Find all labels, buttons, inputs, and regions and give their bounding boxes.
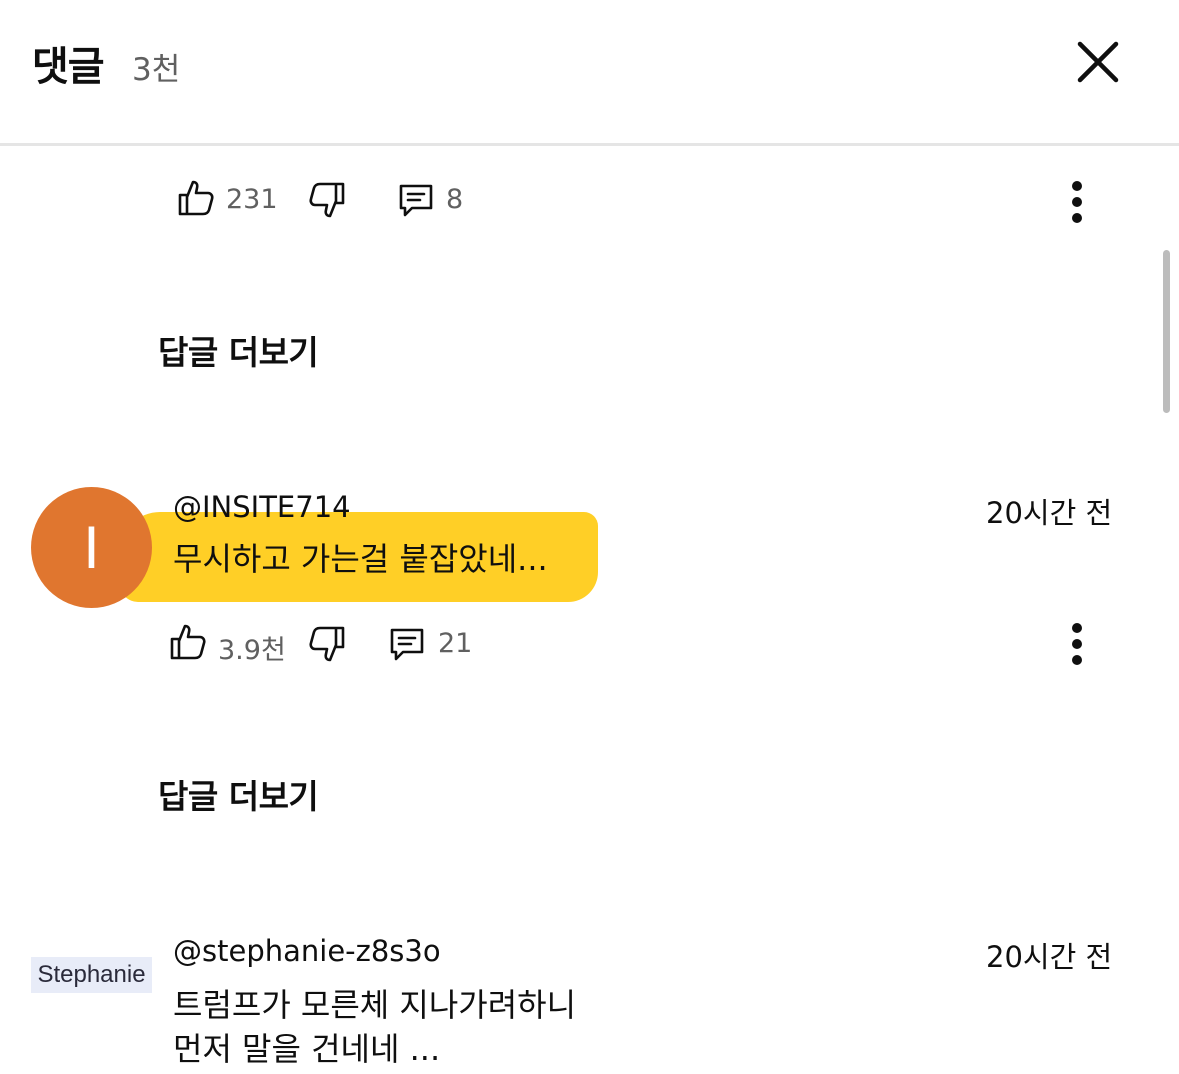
thumbs-down-icon[interactable]: [307, 624, 347, 664]
comments-header: 댓글 3천: [0, 0, 1179, 146]
view-replies-button[interactable]: 답글 더보기: [158, 326, 319, 374]
avatar[interactable]: Stephanie: [31, 957, 152, 993]
reply-icon[interactable]: [396, 180, 436, 220]
like-count: 231: [226, 184, 278, 215]
comment-author[interactable]: @stephanie-z8s3o: [173, 934, 441, 968]
comment-text-line-2: 먼저 말을 건네네 ...: [173, 1030, 441, 1068]
close-icon: [1077, 41, 1119, 83]
comment-text: 무시하고 가는걸 붙잡았네...: [173, 540, 548, 578]
close-button[interactable]: [1074, 38, 1122, 86]
reply-count: 21: [438, 628, 473, 659]
comment-actions: 3.9천 21: [0, 622, 1179, 672]
comment-text-line-1: 트럼프가 모른체 지나가려하니: [173, 986, 577, 1024]
comment-time: 20시간 전: [986, 940, 1113, 974]
thumbs-up-icon[interactable]: [176, 178, 216, 218]
comment-count: 3천: [132, 52, 181, 88]
more-vert-icon[interactable]: [1065, 180, 1089, 228]
comment-actions: 231 8: [0, 178, 1179, 228]
reply-count: 8: [446, 184, 464, 215]
thumbs-down-icon[interactable]: [307, 180, 347, 220]
reply-icon[interactable]: [387, 624, 427, 664]
thumbs-up-icon[interactable]: [168, 622, 208, 662]
comment-author[interactable]: @INSITE714: [173, 490, 351, 524]
like-count: 3.9천: [218, 635, 286, 666]
comment-time: 20시간 전: [986, 496, 1113, 530]
view-replies-button[interactable]: 답글 더보기: [158, 770, 319, 818]
more-vert-icon[interactable]: [1065, 622, 1089, 670]
page-title: 댓글: [32, 44, 105, 90]
scrollbar[interactable]: [1163, 250, 1170, 413]
avatar[interactable]: I: [31, 487, 152, 608]
